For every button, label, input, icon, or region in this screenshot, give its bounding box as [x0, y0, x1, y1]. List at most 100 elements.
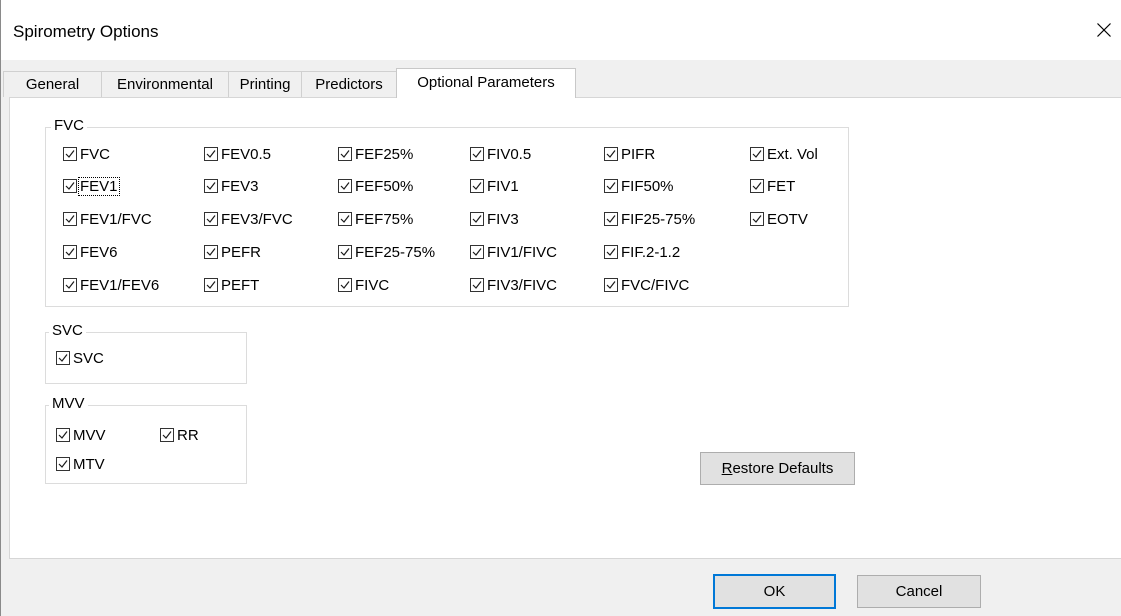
checkbox-fev0-5[interactable]: FEV0.5 [204, 143, 272, 165]
checkmark-icon [340, 281, 350, 289]
checkbox-box [56, 428, 70, 442]
checkbox-box [204, 245, 218, 259]
cancel-button[interactable]: Cancel [857, 575, 981, 608]
mvv-checkbox[interactable]: MVV [56, 424, 107, 446]
checkbox-eotv[interactable]: EOTV [750, 208, 809, 230]
checkbox-box [56, 351, 70, 365]
tab-predictors[interactable]: Predictors [301, 71, 397, 97]
restore-defaults-label: estore Defaults [732, 460, 834, 477]
tab-environmental[interactable]: Environmental [101, 71, 229, 97]
checkbox-label: FEV1/FVC [80, 210, 152, 228]
tab-printing[interactable]: Printing [228, 71, 302, 97]
checkbox-label: PIFR [621, 145, 656, 163]
checkmark-icon [65, 182, 75, 190]
tab-panel-optional-parameters: FVC FVC FEV1 FEV1/FVC FEV6 FEV1/FEV6 FEV0.5 FE… [9, 97, 1121, 559]
checkmark-icon [606, 215, 616, 223]
checkbox-label: FIV1 [487, 177, 519, 195]
checkbox-label: FIF.2-1.2 [621, 243, 681, 261]
tab-optional-parameters[interactable]: Optional Parameters [396, 68, 576, 98]
checkbox-pifr[interactable]: PIFR [604, 143, 656, 165]
checkbox-fif-2-1-2[interactable]: FIF.2-1.2 [604, 241, 681, 263]
checkbox-fev3[interactable]: FEV3 [204, 175, 260, 197]
checkbox-fev1-fev6[interactable]: FEV1/FEV6 [63, 274, 160, 296]
svc-group: SVC SVC [45, 322, 247, 384]
checkbox-fev3-fvc[interactable]: FEV3/FVC [204, 208, 294, 230]
fvc-group: FVC FVC FEV1 FEV1/FVC FEV6 FEV1/FEV6 FEV0.5 FE… [45, 117, 849, 307]
checkbox-box [750, 212, 764, 226]
mtv-checkbox[interactable]: MTV [56, 453, 106, 475]
checkbox-fev6[interactable]: FEV6 [63, 241, 119, 263]
checkbox-fiv1-fivc[interactable]: FIV1/FIVC [470, 241, 558, 263]
mvv-checkbox-label: MVV [73, 426, 106, 444]
mtv-checkbox-label: MTV [73, 455, 105, 473]
checkmark-icon [752, 182, 762, 190]
checkbox-box [338, 212, 352, 226]
tab-strip: General Environmental Printing Predictor… [1, 68, 1121, 98]
checkbox-box [338, 245, 352, 259]
checkbox-box [604, 212, 618, 226]
checkbox-label: FEV3 [221, 177, 259, 195]
mvv-group: MVV MVV RR MTV [45, 395, 247, 484]
checkbox-fiv0-5[interactable]: FIV0.5 [470, 143, 532, 165]
svc-checkbox-label: SVC [73, 349, 104, 367]
checkmark-icon [58, 431, 68, 439]
checkbox-fiv1[interactable]: FIV1 [470, 175, 520, 197]
rr-checkbox-label: RR [177, 426, 199, 444]
checkbox-ext-vol[interactable]: Ext. Vol [750, 143, 819, 165]
checkmark-icon [340, 215, 350, 223]
checkbox-fev1[interactable]: FEV1 [63, 175, 120, 197]
checkbox-fev1-fvc[interactable]: FEV1/FVC [63, 208, 153, 230]
checkbox-box [63, 245, 77, 259]
checkbox-fif25-75[interactable]: FIF25-75% [604, 208, 696, 230]
svc-group-label: SVC [49, 322, 86, 339]
checkbox-fvc-fivc[interactable]: FVC/FIVC [604, 274, 690, 296]
checkbox-label: PEFR [221, 243, 262, 261]
svc-checkbox[interactable]: SVC [56, 347, 105, 369]
checkbox-box [604, 278, 618, 292]
checkmark-icon [472, 150, 482, 158]
mvv-group-label: MVV [49, 395, 88, 412]
close-button[interactable] [1086, 12, 1121, 48]
ok-button[interactable]: OK [713, 574, 836, 609]
checkmark-icon [206, 215, 216, 223]
checkbox-box [63, 212, 77, 226]
checkbox-label: FEF75% [355, 210, 414, 228]
checkbox-fef25[interactable]: FEF25% [338, 143, 414, 165]
checkbox-fef25-75[interactable]: FEF25-75% [338, 241, 436, 263]
checkbox-fef75[interactable]: FEF75% [338, 208, 414, 230]
checkbox-box [338, 147, 352, 161]
checkbox-box [338, 278, 352, 292]
checkbox-fef50[interactable]: FEF50% [338, 175, 414, 197]
checkmark-icon [65, 281, 75, 289]
checkbox-box [470, 278, 484, 292]
checkbox-label: FEV3/FVC [221, 210, 293, 228]
restore-defaults-button[interactable]: Restore Defaults [700, 452, 855, 485]
checkbox-fiv3[interactable]: FIV3 [470, 208, 520, 230]
restore-defaults-mnemonic: R [721, 460, 733, 477]
checkmark-icon [472, 281, 482, 289]
checkmark-icon [752, 215, 762, 223]
checkmark-icon [340, 182, 350, 190]
checkbox-box [56, 457, 70, 471]
checkbox-fiv3-fivc[interactable]: FIV3/FIVC [470, 274, 558, 296]
dialog-title: Spirometry Options [13, 22, 159, 41]
checkbox-fvc[interactable]: FVC [63, 143, 111, 165]
tab-general[interactable]: General [3, 71, 102, 97]
checkmark-icon [65, 150, 75, 158]
checkmark-icon [206, 248, 216, 256]
checkbox-fet[interactable]: FET [750, 175, 796, 197]
checkbox-fivc[interactable]: FIVC [338, 274, 390, 296]
rr-checkbox[interactable]: RR [160, 424, 200, 446]
checkbox-box [63, 147, 77, 161]
checkbox-fif50[interactable]: FIF50% [604, 175, 675, 197]
dialog-window: Spirometry Options General Environmental… [0, 0, 1121, 616]
checkbox-box [63, 179, 77, 193]
checkbox-label: FIF25-75% [621, 210, 696, 228]
checkbox-label: FIV1/FIVC [487, 243, 558, 261]
checkbox-box [204, 147, 218, 161]
checkbox-box [338, 179, 352, 193]
checkbox-box [470, 179, 484, 193]
checkbox-peft[interactable]: PEFT [204, 274, 260, 296]
checkbox-pefr[interactable]: PEFR [204, 241, 262, 263]
checkmark-icon [65, 215, 75, 223]
